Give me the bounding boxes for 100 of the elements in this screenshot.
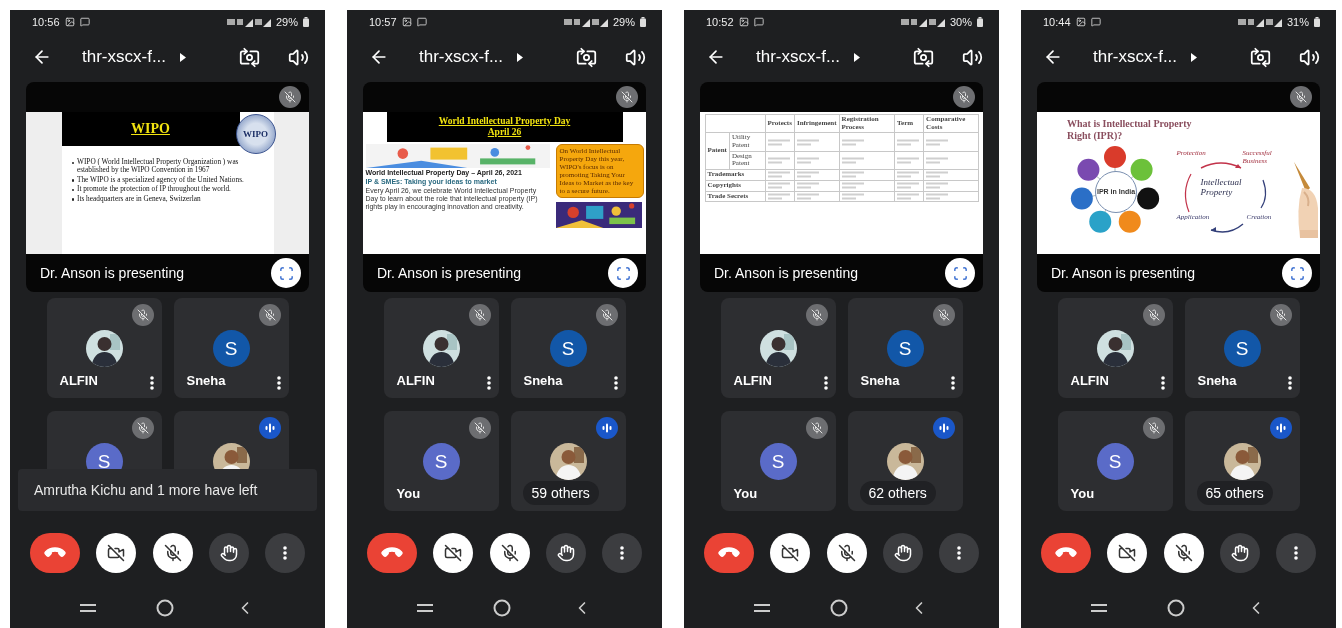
camera-button[interactable] bbox=[96, 533, 137, 573]
mic-off-icon bbox=[1147, 422, 1160, 434]
microphone-button[interactable] bbox=[152, 533, 193, 573]
meeting-title[interactable]: thr-xscx-f... bbox=[756, 47, 841, 67]
switch-camera-button[interactable] bbox=[1250, 46, 1271, 68]
recent-apps-button[interactable] bbox=[1091, 603, 1108, 613]
participant-menu-button[interactable] bbox=[613, 376, 618, 390]
more-options-button[interactable] bbox=[1276, 533, 1316, 573]
fullscreen-button[interactable] bbox=[608, 258, 638, 288]
blurred-text-drawing bbox=[897, 138, 922, 146]
hang-up-button[interactable] bbox=[704, 533, 754, 573]
mic-off-icon bbox=[600, 309, 613, 321]
others-count[interactable]: 59 others bbox=[522, 481, 599, 505]
raise-hand-button[interactable] bbox=[208, 533, 249, 573]
more-options-button[interactable] bbox=[602, 533, 642, 573]
fullscreen-button[interactable] bbox=[271, 258, 301, 288]
meeting-title[interactable]: thr-xscx-f... bbox=[82, 47, 167, 67]
audio-bars-icon bbox=[263, 422, 276, 434]
participant-name: ALFIN bbox=[59, 373, 98, 388]
more-options-button[interactable] bbox=[265, 533, 305, 573]
participant-tile[interactable]: S Sneha bbox=[847, 298, 963, 398]
recent-apps-button[interactable] bbox=[417, 603, 434, 613]
hang-up-button[interactable] bbox=[367, 533, 417, 573]
blurred-text-drawing bbox=[796, 171, 821, 179]
participant-menu-button[interactable] bbox=[823, 376, 828, 390]
microphone-button[interactable] bbox=[826, 533, 867, 573]
participant-tile[interactable]: ALFIN bbox=[46, 298, 162, 398]
recent-apps-button[interactable] bbox=[80, 603, 97, 613]
switch-camera-button[interactable] bbox=[239, 46, 260, 68]
message-icon bbox=[753, 17, 764, 27]
slide-title: What is Intellectual Property Right (IPR)? bbox=[1067, 118, 1193, 142]
fullscreen-icon bbox=[615, 265, 631, 281]
participant-tile[interactable]: S Sneha bbox=[1184, 298, 1300, 398]
logo: WIPO bbox=[235, 114, 276, 154]
mic-off-icon bbox=[163, 544, 182, 562]
meeting-title[interactable]: thr-xscx-f... bbox=[1093, 47, 1178, 67]
participant-tile[interactable]: S You bbox=[383, 411, 499, 511]
microphone-button[interactable] bbox=[1163, 533, 1204, 573]
raise-hand-button[interactable] bbox=[545, 533, 586, 573]
home-button[interactable] bbox=[493, 599, 512, 617]
hang-up-button[interactable] bbox=[1041, 533, 1091, 573]
participant-tile[interactable]: ALFIN bbox=[1057, 298, 1173, 398]
more-icon bbox=[1160, 376, 1165, 390]
participant-tile[interactable]: 62 others bbox=[847, 411, 963, 511]
camera-button[interactable] bbox=[433, 533, 474, 573]
fullscreen-button[interactable] bbox=[945, 258, 975, 288]
slide-title: April 26 bbox=[487, 127, 522, 138]
more-icon bbox=[1294, 546, 1298, 560]
participant-tile[interactable]: S Sneha bbox=[173, 298, 289, 398]
home-button[interactable] bbox=[1167, 599, 1186, 617]
participant-menu-button[interactable] bbox=[1287, 376, 1292, 390]
caret-icon[interactable] bbox=[517, 52, 524, 62]
camera-off-icon bbox=[107, 544, 126, 562]
raise-hand-button[interactable] bbox=[882, 533, 923, 573]
mic-off-icon bbox=[500, 544, 519, 562]
home-button[interactable] bbox=[830, 599, 849, 617]
mic-off-icon bbox=[136, 422, 149, 434]
message-icon bbox=[79, 17, 90, 27]
clock: 10:56 bbox=[32, 16, 60, 28]
recent-apps-button[interactable] bbox=[754, 603, 771, 613]
hand-icon bbox=[219, 544, 238, 562]
participant-menu-button[interactable] bbox=[276, 376, 281, 390]
switch-camera-button[interactable] bbox=[913, 46, 934, 68]
participant-menu-button[interactable] bbox=[486, 376, 491, 390]
avatar: S bbox=[212, 330, 250, 367]
mic-off-icon bbox=[1295, 91, 1307, 103]
more-options-button[interactable] bbox=[939, 533, 979, 573]
hang-up-button[interactable] bbox=[30, 533, 80, 573]
image-icon bbox=[1075, 17, 1086, 27]
participant-tile[interactable]: S You bbox=[720, 411, 836, 511]
caret-icon[interactable] bbox=[1191, 52, 1198, 62]
switch-camera-button[interactable] bbox=[576, 46, 597, 68]
participant-tile[interactable]: 65 others bbox=[1184, 411, 1300, 511]
fullscreen-button[interactable] bbox=[1282, 258, 1312, 288]
mic-off-icon bbox=[958, 91, 970, 103]
participant-menu-button[interactable] bbox=[149, 376, 154, 390]
microphone-button[interactable] bbox=[489, 533, 530, 573]
signal-icon bbox=[226, 17, 271, 27]
more-icon bbox=[957, 546, 961, 560]
meeting-title[interactable]: thr-xscx-f... bbox=[419, 47, 504, 67]
participant-tile[interactable]: ALFIN bbox=[383, 298, 499, 398]
menu-icon bbox=[417, 603, 434, 613]
participant-tile[interactable]: 59 others bbox=[510, 411, 626, 511]
signal-icon bbox=[563, 17, 608, 27]
caret-icon[interactable] bbox=[854, 52, 861, 62]
participant-tile[interactable]: S You bbox=[1057, 411, 1173, 511]
participant-menu-button[interactable] bbox=[950, 376, 955, 390]
menu-icon bbox=[754, 603, 771, 613]
home-button[interactable] bbox=[156, 599, 175, 617]
raise-hand-button[interactable] bbox=[1219, 533, 1260, 573]
camera-button[interactable] bbox=[770, 533, 811, 573]
participant-tile[interactable]: ALFIN bbox=[720, 298, 836, 398]
mic-off-icon bbox=[473, 309, 486, 321]
others-count[interactable]: 65 others bbox=[1196, 481, 1273, 505]
camera-button[interactable] bbox=[1107, 533, 1148, 573]
participant-name: Sneha bbox=[1197, 373, 1237, 388]
others-count[interactable]: 62 others bbox=[859, 481, 936, 505]
participant-tile[interactable]: S Sneha bbox=[510, 298, 626, 398]
participant-menu-button[interactable] bbox=[1160, 376, 1165, 390]
caret-icon[interactable] bbox=[180, 52, 187, 62]
